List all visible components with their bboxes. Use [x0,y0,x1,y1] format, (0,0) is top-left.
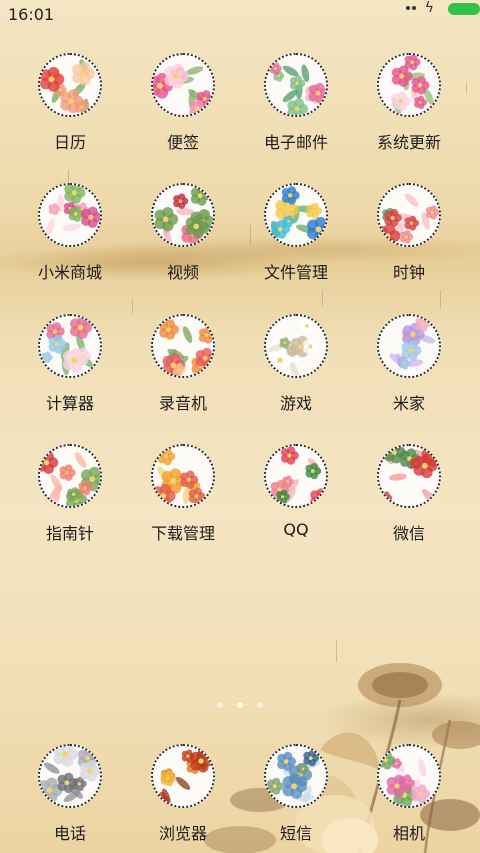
mijia-flower-icon[interactable] [377,314,441,378]
wechat-flower-icon[interactable] [377,444,441,508]
app-icon-downloads[interactable]: 下载管理 [128,444,238,554]
status-bar: 16:01 ϟ [0,0,480,30]
mall-flower-icon[interactable] [38,183,102,247]
compass-flower-icon[interactable] [38,444,102,508]
email-flower-icon[interactable] [264,53,328,117]
messages-flower-icon[interactable] [264,744,328,808]
app-label: 日历 [53,133,86,152]
app-label: 短信 [279,824,312,843]
app-label: 视频 [166,263,199,282]
app-icon-calendar[interactable]: 日历 [15,53,125,163]
home-screen: 16:01 ϟ 日历 便签 电子邮件 系统更新小米商城 视频 文件管理 时钟计算器 录音机 游戏… [0,0,480,853]
app-icon-recorder[interactable]: 录音机 [128,314,238,424]
app-label: 相机 [392,824,425,843]
app-icon-update[interactable]: 系统更新 [354,53,464,163]
app-icon-calculator[interactable]: 计算器 [15,314,125,424]
clock-flower-icon[interactable] [377,183,441,247]
app-label: QQ [283,520,309,539]
qq-flower-icon[interactable] [264,444,328,508]
app-icon-browser[interactable]: 浏览器 [128,744,238,853]
wallpaper-streak [466,82,467,94]
recorder-flower-icon[interactable] [151,314,215,378]
update-flower-icon[interactable] [377,53,441,117]
browser-flower-icon[interactable] [151,744,215,808]
app-label: 电话 [53,824,86,843]
files-flower-icon[interactable] [264,183,328,247]
app-label: 计算器 [45,394,94,413]
calendar-flower-icon[interactable] [38,53,102,117]
notes-flower-icon[interactable] [151,53,215,117]
app-icon-mijia[interactable]: 米家 [354,314,464,424]
status-time: 16:01 [8,5,55,24]
app-icon-wechat[interactable]: 微信 [354,444,464,554]
app-icon-compass[interactable]: 指南针 [15,444,125,554]
app-label: 便签 [166,133,199,152]
signal-dots-icon [406,6,420,12]
app-label: 系统更新 [376,133,441,152]
app-icon-clock[interactable]: 时钟 [354,183,464,293]
charging-bolt-icon: ϟ [424,0,434,16]
downloads-flower-icon[interactable] [151,444,215,508]
app-label: 微信 [392,524,425,543]
camera-flower-icon[interactable] [377,744,441,808]
app-icon-mall[interactable]: 小米商城 [15,183,125,293]
page-indicator [217,702,263,712]
battery-icon [448,3,480,15]
app-label: 录音机 [158,394,207,413]
app-icon-files[interactable]: 文件管理 [241,183,351,293]
app-label: 时钟 [392,263,425,282]
page-dot[interactable] [257,702,263,708]
app-label: 下载管理 [150,524,215,543]
app-icon-camera[interactable]: 相机 [354,744,464,853]
app-label: 文件管理 [263,263,328,282]
game-flower-icon[interactable] [264,314,328,378]
app-icon-email[interactable]: 电子邮件 [241,53,351,163]
video-flower-icon[interactable] [151,183,215,247]
app-icon-qq[interactable]: QQ [241,444,351,554]
calculator-flower-icon[interactable] [38,314,102,378]
app-icon-game[interactable]: 游戏 [241,314,351,424]
app-icon-notes[interactable]: 便签 [128,53,238,163]
app-label: 米家 [392,394,425,413]
app-label: 浏览器 [158,824,207,843]
app-icon-video[interactable]: 视频 [128,183,238,293]
phone-flower-icon[interactable] [38,744,102,808]
app-label: 指南针 [45,524,94,543]
page-dot-active[interactable] [237,702,243,708]
app-label: 游戏 [279,394,312,413]
wallpaper-streak [132,300,133,314]
page-dot[interactable] [217,702,223,708]
app-label: 电子邮件 [263,133,328,152]
app-icon-messages[interactable]: 短信 [241,744,351,853]
app-label: 小米商城 [37,263,102,282]
app-icon-phone[interactable]: 电话 [15,744,125,853]
